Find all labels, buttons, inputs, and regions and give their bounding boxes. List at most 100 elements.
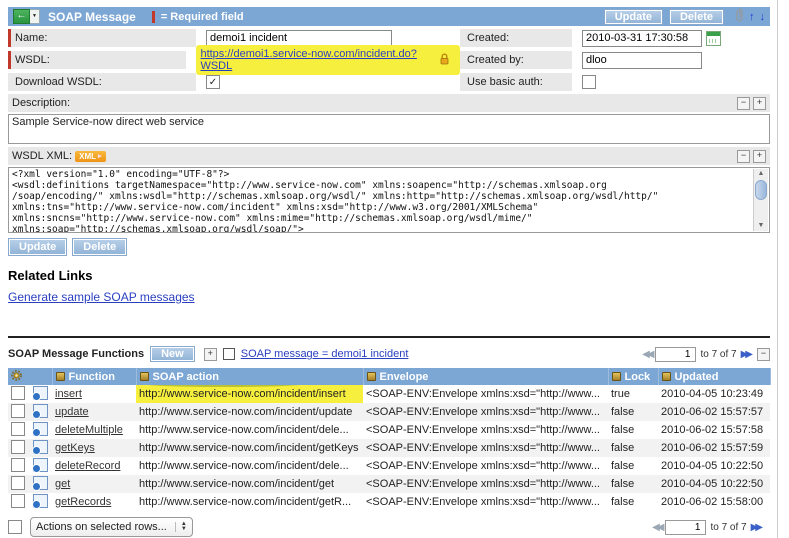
lock-cell: false — [611, 424, 635, 436]
updated-cell: 2010-04-05 10:22:50 — [661, 460, 764, 472]
back-icon[interactable]: ← — [13, 9, 30, 24]
next-page-icon[interactable]: ▶▶ — [751, 522, 764, 533]
column-icon — [661, 372, 671, 381]
row-checkbox[interactable] — [11, 475, 25, 490]
lock-cell: false — [608, 439, 658, 457]
created-by-label: Created by: — [460, 51, 572, 69]
envelope-cell: <SOAP-ENV:Envelope xmlns:xsd="http://www… — [366, 460, 600, 472]
delete-button[interactable]: Delete — [668, 8, 724, 25]
updated-cell: 2010-06-02 15:57:59 — [658, 439, 770, 457]
scrollbar-thumb[interactable] — [755, 180, 767, 200]
use-basic-auth-checkbox[interactable] — [582, 75, 596, 89]
calendar-icon[interactable] — [706, 30, 721, 46]
required-field-marker — [151, 10, 155, 23]
gear-icon[interactable] — [11, 369, 22, 384]
functions-table: Function SOAP action Envelope Lock Updat… — [8, 368, 771, 511]
function-link[interactable]: update — [55, 406, 89, 418]
created-by-field[interactable] — [582, 51, 702, 69]
record-preview-icon[interactable] — [32, 457, 48, 473]
page-number-input[interactable] — [665, 519, 707, 535]
xml-badge-button[interactable]: XML ▸ — [75, 150, 106, 162]
column-header-soap-action[interactable]: SOAP action — [136, 368, 364, 385]
delete-button-bottom[interactable]: Delete — [72, 238, 128, 256]
column-header-updated[interactable]: Updated — [658, 368, 771, 385]
wsdl-link[interactable]: https://demoi1.service-now.com/incident.… — [200, 48, 434, 72]
soap-action-cell: http://www.service-now.com/incident/getR… — [139, 496, 352, 508]
update-button-bottom[interactable]: Update — [8, 238, 68, 256]
expand-icon[interactable]: + — [753, 149, 766, 163]
wsdl-xml-textarea[interactable]: <?xml version="1.0" encoding="UTF-8"?> <… — [8, 167, 770, 233]
column-icon — [366, 372, 376, 381]
soap-action-cell: http://www.service-now.com/incident/dele… — [139, 424, 349, 436]
function-link[interactable]: get — [55, 478, 70, 490]
download-wsdl-checkbox[interactable]: ✓ — [206, 75, 220, 89]
scrollbar-up-icon[interactable]: ▲ — [758, 169, 765, 179]
actions-select[interactable]: Actions on selected rows... ▲ ▼ — [30, 517, 193, 537]
envelope-cell: <SOAP-ENV:Envelope xmlns:xsd="http://www… — [363, 403, 608, 421]
function-link[interactable]: deleteMultiple — [55, 424, 123, 436]
soap-action-cell: http://www.service-now.com/incident/inse… — [136, 385, 363, 403]
attachment-paperclip-icon[interactable] — [734, 8, 744, 25]
record-preview-icon[interactable] — [32, 385, 48, 401]
prev-page-icon[interactable]: ◀◀ — [652, 522, 665, 533]
record-preview-icon[interactable] — [32, 475, 48, 491]
row-range-label: to 7 of 7 — [710, 521, 747, 533]
lock-cell: false — [608, 475, 658, 493]
select-all-checkbox[interactable] — [8, 520, 22, 534]
scrollbar-down-icon[interactable]: ▼ — [758, 221, 765, 231]
description-textarea[interactable]: Sample Service-now direct web service — [8, 114, 770, 144]
scroll-to-bottom-icon[interactable]: ↓ — [760, 11, 766, 23]
record-preview-icon[interactable] — [32, 421, 48, 437]
record-preview-icon[interactable] — [32, 403, 48, 419]
column-header-lock[interactable]: Lock — [608, 368, 659, 385]
functions-list-header: SOAP Message Functions New + SOAP messag… — [8, 342, 770, 366]
created-field[interactable] — [582, 29, 702, 47]
name-field[interactable] — [206, 29, 392, 47]
function-link[interactable]: deleteRecord — [55, 460, 120, 472]
updated-cell: 2010-06-02 15:57:57 — [658, 403, 770, 421]
back-menu-caret-icon[interactable]: ▼ — [30, 9, 40, 24]
record-preview-icon[interactable] — [32, 493, 48, 509]
list-mode-icon[interactable] — [222, 348, 235, 360]
row-checkbox[interactable] — [11, 403, 25, 418]
updated-cell: 2010-04-05 10:22:50 — [658, 475, 770, 493]
page-number-input[interactable] — [655, 346, 697, 362]
row-checkbox[interactable] — [11, 385, 25, 400]
record-preview-icon[interactable] — [32, 439, 48, 455]
collapse-icon[interactable]: − — [737, 149, 750, 163]
expand-icon[interactable]: + — [753, 96, 766, 110]
function-link[interactable]: getRecords — [55, 496, 111, 508]
function-link[interactable]: getKeys — [55, 442, 95, 454]
table-row: deleteMultiple http://www.service-now.co… — [8, 421, 770, 439]
column-header-envelope[interactable]: Envelope — [363, 368, 609, 385]
content-frame-border — [777, 0, 778, 538]
wsdl-xml-section-bar: WSDL XML: XML ▸ − + — [8, 147, 770, 165]
breadcrumb[interactable]: SOAP message = demoi1 incident — [241, 348, 409, 360]
scroll-to-top-icon[interactable]: ↑ — [749, 11, 755, 23]
soap-action-cell: http://www.service-now.com/incident/upda… — [136, 403, 363, 421]
functions-list-title: SOAP Message Functions — [8, 348, 145, 360]
update-button[interactable]: Update — [603, 8, 663, 25]
form-fields: Name: WSDL: https://demoi1.service-now.c… — [8, 28, 770, 94]
row-checkbox[interactable] — [11, 457, 25, 472]
prev-page-icon[interactable]: ◀◀ — [642, 349, 655, 360]
required-field-legend: = Required field — [160, 10, 244, 23]
generate-sample-soap-messages-link[interactable]: Generate sample SOAP messages — [8, 290, 195, 304]
row-checkbox[interactable] — [11, 421, 25, 436]
collapse-icon[interactable]: − — [737, 96, 750, 110]
use-basic-auth-label: Use basic auth: — [460, 73, 572, 91]
collapse-list-icon[interactable]: − — [757, 347, 770, 361]
row-checkbox[interactable] — [11, 439, 25, 454]
column-header-function[interactable]: Function — [52, 368, 137, 385]
envelope-cell: <SOAP-ENV:Envelope xmlns:xsd="http://www… — [363, 439, 608, 457]
table-row: getRecords http://www.service-now.com/in… — [8, 493, 770, 511]
lock-cell: true — [611, 388, 630, 400]
row-checkbox[interactable] — [11, 493, 25, 508]
soap-action-cell: http://www.service-now.com/incident/get — [136, 475, 363, 493]
next-page-icon[interactable]: ▶▶ — [741, 349, 754, 360]
function-link[interactable]: insert — [55, 388, 82, 400]
expand-all-icon[interactable]: + — [203, 347, 217, 361]
table-row: deleteRecord http://www.service-now.com/… — [8, 457, 770, 475]
xml-scrollbar[interactable]: ▲ ▼ — [753, 169, 768, 231]
new-button[interactable]: New — [150, 346, 195, 362]
